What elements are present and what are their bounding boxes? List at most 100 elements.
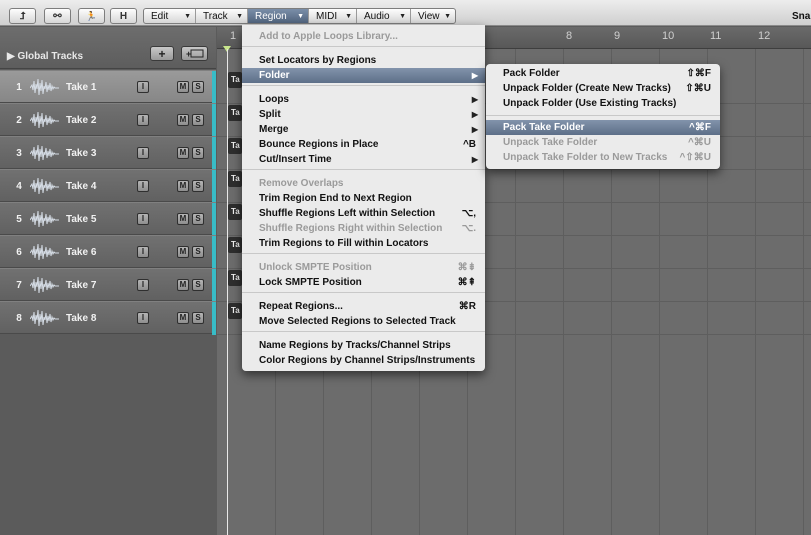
plus-icon[interactable]: + bbox=[150, 46, 174, 61]
solo-button[interactable]: S bbox=[192, 213, 204, 225]
solo-button[interactable]: S bbox=[192, 147, 204, 159]
menu-edit[interactable]: Edit ▼ bbox=[144, 9, 196, 23]
menu-item-label: Shuffle Regions Left within Selection bbox=[259, 208, 436, 219]
input-monitor-button[interactable]: I bbox=[137, 114, 149, 126]
submenu-item[interactable]: Unpack Folder (Create New Tracks) ⇧⌘U bbox=[486, 81, 720, 96]
solo-button[interactable]: S bbox=[192, 180, 204, 192]
input-monitor-button[interactable]: I bbox=[137, 180, 149, 192]
shortcut-label: ⌥, bbox=[461, 208, 476, 219]
menu-item[interactable]: Name Regions by Tracks/Channel Strips bbox=[242, 338, 485, 353]
submenu-item[interactable]: Pack Folder ⇧⌘F bbox=[486, 66, 720, 81]
input-monitor-button[interactable]: I bbox=[137, 246, 149, 258]
track-row[interactable]: 3 Take 3 I MS bbox=[0, 136, 216, 170]
mute-button[interactable]: M bbox=[177, 180, 189, 192]
bar-number: 8 bbox=[566, 30, 573, 42]
menu-item[interactable]: Merge ▶ bbox=[242, 122, 485, 137]
arrow-return-icon[interactable]: ⮥ bbox=[9, 8, 36, 24]
menu-item-label: Name Regions by Tracks/Channel Strips bbox=[259, 340, 451, 351]
track-name[interactable]: Take 4 bbox=[66, 181, 96, 192]
playhead[interactable] bbox=[227, 49, 228, 535]
global-tracks-toggle[interactable]: ▶ Global Tracks bbox=[7, 51, 83, 62]
shortcut-label: ^B bbox=[462, 139, 476, 150]
menu-midi[interactable]: MIDI ▼ bbox=[309, 9, 357, 23]
track-color-stripe bbox=[212, 137, 216, 170]
menu-item-label: Unpack Folder (Create New Tracks) bbox=[503, 83, 671, 94]
region-menu: Add to Apple Loops Library... Set Locator… bbox=[242, 25, 485, 371]
region[interactable]: Ta bbox=[228, 303, 242, 319]
solo-button[interactable]: S bbox=[192, 246, 204, 258]
solo-button[interactable]: S bbox=[192, 81, 204, 93]
submenu-item[interactable]: Pack Take Folder ^⌘F bbox=[486, 120, 720, 135]
track-name[interactable]: Take 2 bbox=[66, 115, 96, 126]
menu-item[interactable]: Trim Region End to Next Region bbox=[242, 191, 485, 206]
track-row[interactable]: 5 Take 5 I MS bbox=[0, 202, 216, 236]
menu-audio-label: Audio bbox=[364, 10, 390, 22]
track-name[interactable]: Take 7 bbox=[66, 280, 96, 291]
solo-button[interactable]: S bbox=[192, 279, 204, 291]
track-row[interactable]: 1 Take 1 I MS bbox=[0, 70, 216, 104]
menu-item[interactable]: Folder ▶ bbox=[242, 68, 485, 83]
track-row[interactable]: 8 Take 8 I MS bbox=[0, 301, 216, 335]
menu-item[interactable]: Bounce Regions in Place ^B bbox=[242, 137, 485, 152]
hide-button[interactable]: H bbox=[110, 8, 137, 24]
menu-item[interactable]: Loops ▶ bbox=[242, 92, 485, 107]
track-row[interactable]: 4 Take 4 I MS bbox=[0, 169, 216, 203]
input-monitor-button[interactable]: I bbox=[137, 81, 149, 93]
track-name[interactable]: Take 1 bbox=[66, 82, 96, 93]
region[interactable]: Ta bbox=[228, 171, 242, 187]
menu-item[interactable]: Repeat Regions... ⌘R bbox=[242, 299, 485, 314]
mute-button[interactable]: M bbox=[177, 147, 189, 159]
menu-audio[interactable]: Audio ▼ bbox=[357, 9, 411, 23]
link-icon[interactable]: ⚯ bbox=[44, 8, 71, 24]
menu-region[interactable]: Region ▼ bbox=[248, 9, 309, 23]
region[interactable]: Ta bbox=[228, 105, 242, 121]
region[interactable]: Ta bbox=[228, 204, 242, 220]
mute-button[interactable]: M bbox=[177, 279, 189, 291]
input-monitor-button[interactable]: I bbox=[137, 312, 149, 324]
track-name[interactable]: Take 8 bbox=[66, 313, 96, 324]
mute-button[interactable]: M bbox=[177, 114, 189, 126]
track-row[interactable]: 7 Take 7 I MS bbox=[0, 268, 216, 302]
track-row[interactable]: 2 Take 2 I MS bbox=[0, 103, 216, 137]
menu-item[interactable]: Shuffle Regions Left within Selection ⌥, bbox=[242, 206, 485, 221]
chevron-down-icon: ▼ bbox=[444, 13, 451, 20]
shortcut-label: ⌘⇟ bbox=[457, 262, 476, 273]
menu-item[interactable]: Split ▶ bbox=[242, 107, 485, 122]
solo-button[interactable]: S bbox=[192, 312, 204, 324]
menu-item[interactable]: Color Regions by Channel Strips/Instrume… bbox=[242, 353, 485, 368]
mute-button[interactable]: M bbox=[177, 81, 189, 93]
shortcut-label: ^⌘U bbox=[687, 137, 711, 148]
input-monitor-button[interactable]: I bbox=[137, 147, 149, 159]
menu-item-label: Merge bbox=[259, 124, 289, 135]
solo-button[interactable]: S bbox=[192, 114, 204, 126]
track-name[interactable]: Take 3 bbox=[66, 148, 96, 159]
menu-item[interactable]: Move Selected Regions to Selected Track bbox=[242, 314, 485, 329]
menu-item[interactable]: Lock SMPTE Position ⌘⇞ bbox=[242, 275, 485, 290]
menu-item[interactable]: Set Locators by Regions bbox=[242, 53, 485, 68]
mute-button[interactable]: M bbox=[177, 246, 189, 258]
input-monitor-button[interactable]: I bbox=[137, 213, 149, 225]
submenu-item[interactable]: Unpack Folder (Use Existing Tracks) bbox=[486, 96, 720, 111]
track-color-stripe bbox=[212, 302, 216, 335]
region[interactable]: Ta bbox=[228, 270, 242, 286]
track-row[interactable]: 6 Take 6 I MS bbox=[0, 235, 216, 269]
mute-button[interactable]: M bbox=[177, 213, 189, 225]
track-name[interactable]: Take 5 bbox=[66, 214, 96, 225]
menu-item[interactable]: Trim Regions to Fill within Locators bbox=[242, 236, 485, 251]
region[interactable]: Ta bbox=[228, 72, 242, 88]
new-folder-icon[interactable]: + bbox=[181, 46, 208, 61]
region[interactable]: Ta bbox=[228, 237, 242, 253]
menu-item-label: Trim Regions to Fill within Locators bbox=[259, 238, 429, 249]
menu-item-label: Trim Region End to Next Region bbox=[259, 193, 412, 204]
input-monitor-button[interactable]: I bbox=[137, 279, 149, 291]
track-number: 2 bbox=[16, 115, 22, 126]
mute-button[interactable]: M bbox=[177, 312, 189, 324]
track-name[interactable]: Take 6 bbox=[66, 247, 96, 258]
menu-track[interactable]: Track ▼ bbox=[196, 9, 248, 23]
menu-separator bbox=[242, 85, 485, 86]
region[interactable]: Ta bbox=[228, 138, 242, 154]
catch-runner-icon[interactable]: 🏃 bbox=[78, 8, 105, 24]
chevron-down-icon: ▼ bbox=[345, 13, 352, 20]
menu-view[interactable]: View ▼ bbox=[411, 9, 455, 23]
menu-item[interactable]: Cut/Insert Time ▶ bbox=[242, 152, 485, 167]
